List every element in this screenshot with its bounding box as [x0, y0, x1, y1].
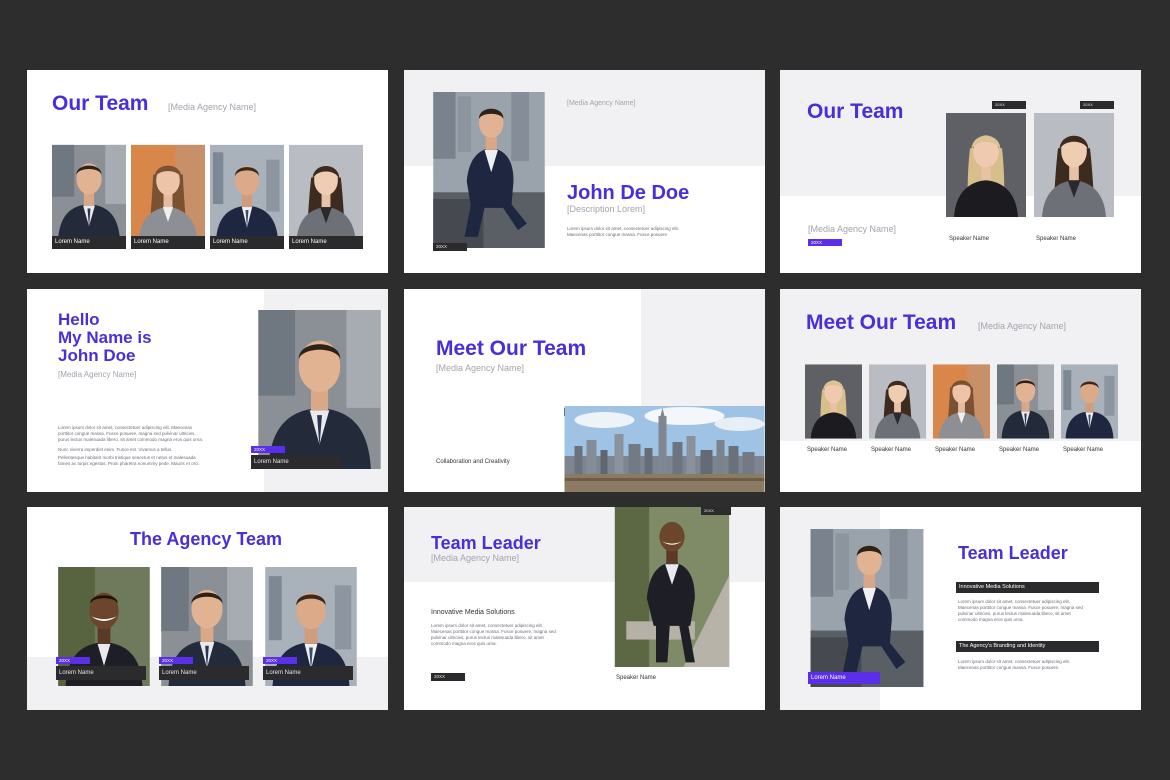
greeting-line-3: John Doe: [58, 346, 136, 365]
photo-caption: Lorem Name: [56, 666, 146, 680]
profile-photo: [433, 92, 545, 248]
portrait-man-icon: [210, 137, 284, 249]
photo-caption: Lorem Name: [251, 455, 341, 469]
greeting-line-2: My Name is: [58, 328, 152, 347]
person-description: [Description Lorem]: [567, 204, 646, 214]
slide-team-leader-1[interactable]: Team Leader [Media Agency Name] Innovati…: [404, 507, 765, 710]
speaker-photo-5: [1061, 362, 1118, 441]
leader-photo: 20XX: [613, 507, 731, 667]
photo-caption: Lorem Name: [263, 666, 353, 680]
speaker-name: Speaker Name: [807, 447, 848, 453]
bio-text-3: Pellentesque habitant morbi tristique se…: [58, 455, 200, 466]
photo-caption: Lorem Name: [52, 236, 126, 249]
slide-our-team-2[interactable]: Our Team [Media Agency Name] 20XX 20XX 2…: [780, 70, 1141, 273]
section-text-1: Lorem ipsum dolor sit amet, consectetuer…: [958, 599, 1083, 622]
portrait-man-icon: [52, 137, 126, 249]
photo-caption: Lorem Name: [210, 236, 284, 249]
portrait-man-sitting-icon: [613, 507, 731, 667]
photo-caption: Lorem Name: [159, 666, 249, 680]
portrait-woman-icon: [289, 137, 363, 249]
section-text-2: Lorem ipsum dolor sit amet, consectetuer…: [958, 659, 1071, 670]
team-photo-4: Lorem Name: [289, 137, 363, 249]
bio-text-2: Nunc viverra imperdiet enim. Fusce est. …: [58, 447, 173, 452]
page-title: Our Team: [807, 100, 904, 123]
section-text: Lorem ipsum dolor sit amet, consectetuer…: [431, 623, 556, 646]
year-tag: 20XX: [431, 673, 465, 681]
section-bar-2: The Agency's Branding and Identity: [956, 641, 1099, 652]
agency-subtitle: [Media Agency Name]: [436, 363, 525, 373]
page-title: Team Leader: [958, 543, 1068, 563]
person-name: John De Doe: [567, 182, 690, 204]
speaker-name: Speaker Name: [871, 447, 912, 453]
agency-subtitle: [Media Agency Name]: [808, 224, 897, 234]
page-title: Meet Our Team: [436, 337, 587, 360]
team-photo-1: Lorem Name: [52, 137, 126, 249]
year-tag: 20XX: [56, 657, 90, 664]
photo-caption: Lorem Name: [808, 672, 880, 684]
year-tag: 20XX: [263, 657, 297, 664]
speaker-name: Speaker Name: [935, 447, 976, 453]
description-text: Lorem ipsum dolor sit amet, consectetuer…: [567, 226, 680, 237]
speaker-photo-4: [997, 362, 1054, 441]
agency-subtitle: [Media Agency Name]: [168, 102, 257, 112]
team-photo-2: Lorem Name: [131, 137, 205, 249]
slide-meet-our-team-1[interactable]: Meet Our Team [Media Agency Name] 20XX C…: [404, 289, 765, 492]
speaker-name: Speaker Name: [616, 675, 657, 681]
agency-subtitle: [Media Agency Name]: [431, 553, 520, 563]
slide-agency-team[interactable]: The Agency Team 20XX 20XX 20XX Lorem Nam…: [27, 507, 388, 710]
speaker-name: Speaker Name: [999, 447, 1040, 453]
slide-hello-john-doe[interactable]: Hello My Name is John Doe [Media Agency …: [27, 289, 388, 492]
portrait-woman-icon: [933, 362, 990, 441]
portrait-woman-icon: [131, 137, 205, 249]
slide-john-de-doe[interactable]: 20XX [Media Agency Name] John De Doe [De…: [404, 70, 765, 273]
section-heading: Innovative Media Solutions: [431, 609, 515, 616]
section-bar-1: Innovative Media Solutions: [956, 582, 1099, 593]
portrait-woman-icon: [1034, 101, 1114, 229]
photo-year-tag: 20XX: [701, 507, 731, 515]
slide-meet-our-team-2[interactable]: Meet Our Team [Media Agency Name] Speake…: [780, 289, 1141, 492]
agency-subtitle: [Media Agency Name]: [978, 321, 1067, 331]
bio-text-1: Lorem ipsum dolor sit amet, consectetuer…: [58, 425, 204, 442]
portrait-man-icon: [1061, 362, 1118, 441]
year-tag: 20XX: [251, 446, 285, 453]
speaker-photo-1: [805, 362, 862, 441]
speaker-name: Speaker Name: [1036, 236, 1077, 242]
portrait-woman-icon: [946, 101, 1026, 229]
speaker-photo-2: [869, 362, 926, 441]
year-tag: 20XX: [433, 243, 467, 251]
portrait-woman-icon: [805, 362, 862, 441]
speaker-name: Speaker Name: [949, 236, 990, 242]
page-title: Team Leader: [431, 533, 541, 553]
portrait-woman-icon: [869, 362, 926, 441]
caption-text: Collaboration and Creativity: [436, 459, 510, 465]
speaker-photo-2: 20XX: [1034, 101, 1114, 229]
page-title: Our Team: [52, 92, 149, 115]
agency-subtitle: [Media Agency Name]: [567, 100, 636, 107]
year-tag: 20XX: [159, 657, 193, 664]
photo-year-tag: 20XX: [1080, 101, 1114, 109]
photo-caption: Lorem Name: [131, 236, 205, 249]
city-skyline-photo: [564, 406, 765, 492]
leader-photo: [808, 529, 926, 687]
slide-team-leader-2[interactable]: Lorem Name Team Leader Innovative Media …: [780, 507, 1141, 710]
page-title: The Agency Team: [130, 529, 283, 549]
slide-our-team-1[interactable]: Our Team [Media Agency Name] Lorem Name …: [27, 70, 388, 273]
photo-year-tag: 20XX: [992, 101, 1026, 109]
photo-caption: Lorem Name: [289, 236, 363, 249]
portrait-man-icon: [997, 362, 1054, 441]
greeting-line-1: Hello: [58, 310, 100, 329]
page-title: Meet Our Team: [806, 311, 957, 334]
speaker-name: Speaker Name: [1063, 447, 1104, 453]
speaker-photo-3: [933, 362, 990, 441]
team-photo-3: Lorem Name: [210, 137, 284, 249]
portrait-man-sitting-icon: [433, 92, 545, 248]
speaker-photo-1: 20XX: [946, 101, 1026, 229]
city-skyline-icon: [564, 406, 765, 492]
portrait-man-sitting-icon: [808, 529, 926, 687]
agency-subtitle: [Media Agency Name]: [58, 370, 137, 379]
year-tag: 20XX: [808, 239, 842, 246]
